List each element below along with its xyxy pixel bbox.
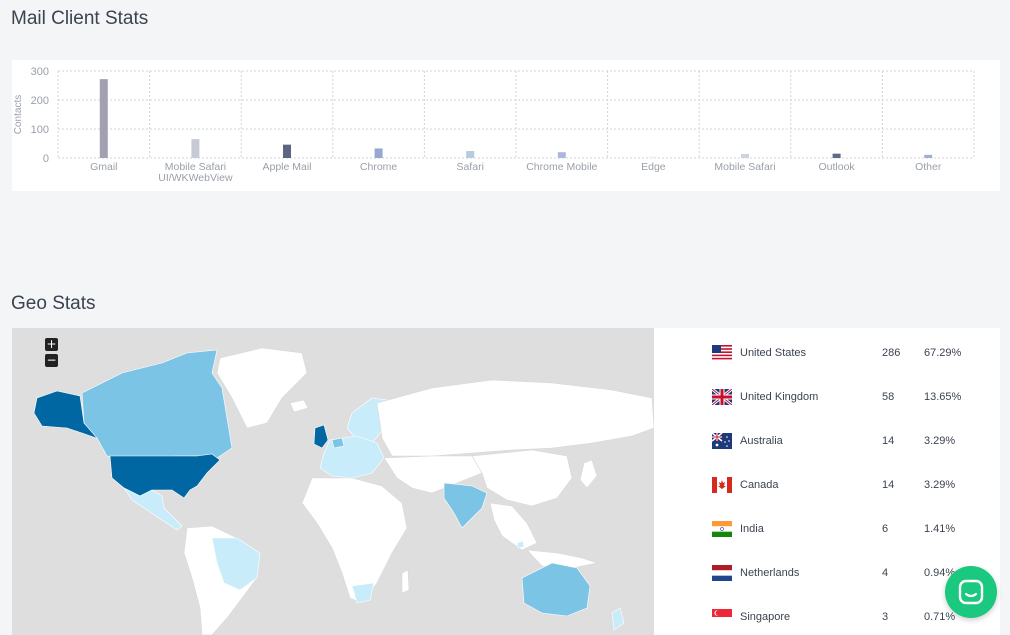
bar	[283, 144, 291, 158]
mail-client-stats-title: Mail Client Stats	[11, 8, 149, 29]
country-percent: 13.65%	[924, 391, 962, 403]
x-tick-label: Chrome	[360, 161, 398, 173]
country-row: Netherlands 4 0.94%	[712, 563, 982, 585]
country-percent: 67.29%	[924, 347, 962, 359]
country-count: 3	[882, 611, 889, 623]
chat-icon	[958, 579, 984, 605]
netherlands-shape	[331, 437, 345, 449]
country-count: 14	[882, 479, 895, 491]
country-name: Canada	[740, 479, 779, 491]
bar	[374, 148, 383, 158]
mexico-shape	[123, 487, 183, 531]
country-percent: 3.29%	[924, 479, 956, 491]
netherlands-flag-icon	[712, 565, 732, 581]
russia-shape	[376, 379, 654, 457]
country-row: United States 286 67.29%	[712, 343, 982, 365]
iceland-shape	[289, 399, 309, 413]
country-name: Netherlands	[740, 567, 800, 579]
bar	[649, 156, 658, 158]
geo-stats-card: + − United States 286 67.29% United King…	[12, 328, 1000, 635]
singapore-flag-icon	[712, 609, 732, 625]
china-shape	[471, 449, 573, 507]
country-percent: 1.41%	[924, 523, 956, 535]
mail-client-chart-card: 0 100 200 300 Contacts Gmail Mobile Safari UI/W…	[12, 60, 1000, 191]
bar	[924, 154, 933, 158]
y-tick-label: 300	[31, 66, 49, 78]
country-row: Canada 14 3.29%	[712, 475, 982, 497]
country-name: Australia	[740, 435, 783, 447]
x-tick-label: Chrome Mobile	[526, 161, 597, 173]
country-count: 58	[882, 391, 895, 403]
x-tick-label: Safari	[456, 161, 483, 173]
canada-flag-icon	[712, 477, 732, 493]
country-count: 4	[882, 567, 889, 579]
india-flag-icon	[712, 521, 732, 537]
country-name: United Kingdom	[740, 391, 819, 403]
country-row: India 6 1.41%	[712, 519, 982, 541]
country-row: Australia 14 3.29%	[712, 431, 982, 453]
canada-shape	[81, 349, 233, 459]
zoom-in-button[interactable]: +	[45, 338, 58, 351]
southeast-asia-shape	[489, 502, 538, 551]
bar	[832, 153, 841, 158]
y-tick-label: 200	[31, 95, 49, 107]
country-name: United States	[740, 347, 807, 359]
europe-shape	[319, 435, 385, 479]
y-tick-label: 0	[43, 153, 49, 165]
greenland-shape	[216, 347, 308, 429]
x-tick-label: Outlook	[819, 161, 856, 173]
country-percent: 0.71%	[924, 611, 956, 623]
country-row: United Kingdom 58 13.65%	[712, 387, 982, 409]
country-percent: 3.29%	[924, 435, 956, 447]
country-row: Singapore 3 0.71%	[712, 607, 982, 629]
bar	[191, 139, 200, 158]
uk-shape	[313, 424, 329, 449]
x-tick-label: Gmail	[90, 161, 117, 173]
chat-button[interactable]	[945, 566, 997, 618]
bar	[99, 79, 108, 158]
x-tick-label: Mobile Safari	[714, 161, 775, 173]
geo-stats-title: Geo Stats	[11, 293, 96, 314]
madagascar-shape	[401, 569, 410, 594]
x-tick-label: Mobile Safari UI/WKWebView	[158, 161, 233, 184]
country-count: 14	[882, 435, 895, 447]
bar	[557, 152, 566, 158]
x-tick-label: Apple Mail	[262, 161, 311, 173]
uk-flag-icon	[712, 389, 732, 405]
us-flag-icon	[712, 345, 732, 361]
japan-shape	[579, 459, 598, 489]
country-name: India	[740, 523, 764, 535]
world-map[interactable]: + −	[12, 328, 654, 635]
africa-shape	[301, 477, 408, 604]
world-map-svg	[33, 347, 654, 635]
country-count: 6	[882, 523, 889, 535]
country-name: Singapore	[740, 611, 791, 623]
x-tick-label: Edge	[641, 161, 666, 173]
zoom-out-button[interactable]: −	[45, 354, 58, 367]
y-axis-title: Contacts	[13, 95, 24, 134]
new-zealand-shape	[611, 607, 625, 631]
mail-client-bar-chart: 0 100 200 300 Contacts Gmail Mobile Safari UI/W…	[13, 66, 975, 184]
australia-shape	[521, 562, 591, 617]
bar	[466, 151, 475, 158]
india-shape	[443, 482, 488, 529]
australia-flag-icon	[712, 433, 732, 449]
country-count: 286	[882, 347, 901, 359]
y-tick-label: 100	[31, 124, 49, 136]
x-tick-label: Other	[915, 161, 942, 173]
bar	[741, 153, 749, 158]
